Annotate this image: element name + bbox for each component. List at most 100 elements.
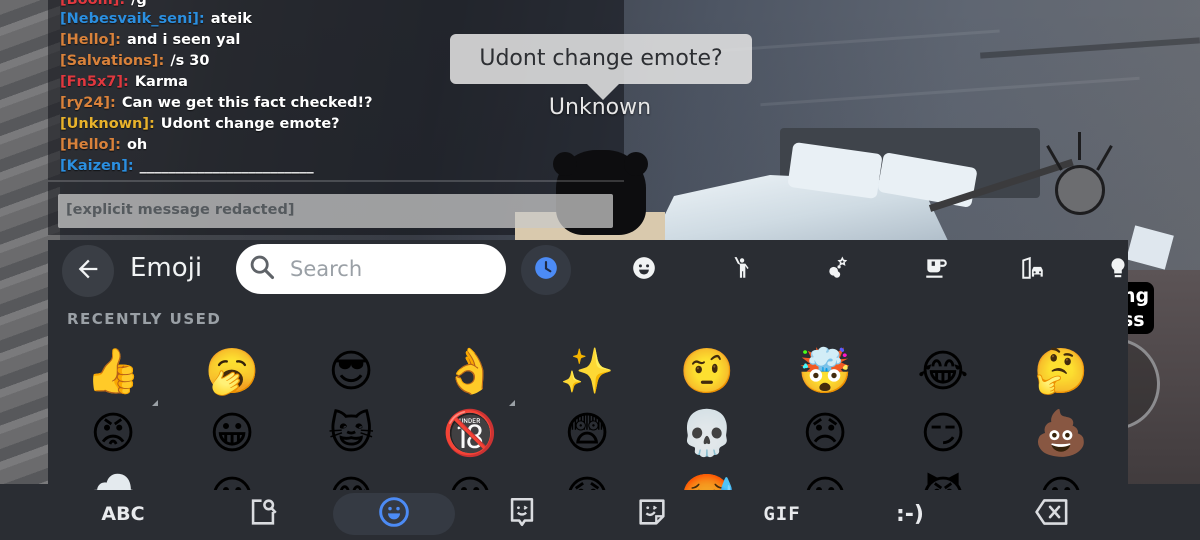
emoji-key[interactable]: 🥵: [672, 466, 742, 491]
emoji-key[interactable]: 😏: [908, 404, 978, 464]
emoji-key[interactable]: 😅: [316, 466, 386, 491]
party-popper-icon: [825, 255, 851, 285]
emoji-search-box[interactable]: [236, 244, 506, 294]
emoji-key[interactable]: 👍: [78, 342, 158, 406]
category-tab-people[interactable]: [716, 245, 766, 295]
emoji-search-page-button[interactable]: [228, 493, 298, 535]
scene-mace-spike: [1078, 132, 1081, 160]
coffee-cup-icon: [923, 255, 949, 285]
emoji-glyph: 💩: [1033, 408, 1089, 459]
chat-username[interactable]: [Boom]:: [60, 0, 125, 8]
chat-username[interactable]: [ry24]:: [60, 95, 116, 111]
chat-username[interactable]: [Nebesvaik_seni]:: [60, 11, 205, 27]
emoji-key[interactable]: 💩: [1026, 404, 1096, 464]
arrow-left-icon: [74, 255, 102, 287]
emoji-key[interactable]: 😂: [908, 342, 978, 402]
emoji-key[interactable]: 👌: [435, 342, 515, 406]
emoji-glyph: 🤯: [797, 346, 853, 397]
player-nametag: Unknown: [548, 95, 652, 120]
chat-message-text: /g: [131, 0, 147, 8]
scene-tile: [1126, 225, 1174, 270]
bitmoji-button[interactable]: [487, 493, 557, 535]
emoji-glyph: 😀: [209, 476, 255, 491]
sticker-button[interactable]: [617, 493, 687, 535]
person-waving-icon: [728, 255, 754, 285]
chat-message: [Unknown]: Udont change emote?: [60, 116, 340, 132]
emoji-glyph: 😀: [1038, 476, 1084, 491]
chat-username[interactable]: [Hello]:: [60, 137, 121, 153]
emoji-key[interactable]: 😀: [1026, 466, 1096, 491]
emoji-key[interactable]: 😎: [316, 342, 386, 402]
emoji-glyph: 😞: [802, 408, 848, 459]
chat-username[interactable]: [Kaizen]:: [60, 158, 134, 174]
category-tab-smileys[interactable]: [619, 245, 669, 295]
emoji-key[interactable]: 🔞: [435, 404, 505, 464]
smiley-icon: [631, 255, 657, 285]
category-tab-objects[interactable]: [1105, 245, 1128, 295]
emoji-key[interactable]: 💀: [672, 404, 742, 464]
clock-icon: [533, 255, 559, 285]
chat-username[interactable]: [Salvations]:: [60, 53, 164, 69]
sticker-icon: [635, 495, 669, 533]
chat-divider: [48, 180, 624, 182]
emoji-key[interactable]: 😺: [316, 404, 386, 464]
emoji-key[interactable]: 😰: [552, 466, 622, 491]
emoji-glyph: 😀: [802, 476, 848, 491]
emoticons-button[interactable]: :-): [875, 493, 945, 535]
category-tab-recent[interactable]: [521, 245, 571, 295]
chat-message-text: ________________________: [139, 158, 314, 174]
section-label-recently-used: RECENTLY USED: [67, 310, 222, 328]
emoji-search-input[interactable]: [290, 257, 490, 281]
emoji-glyph: 😡: [90, 408, 136, 459]
scene-mace-head: [1055, 165, 1105, 215]
emoji-key[interactable]: 😨: [552, 404, 622, 464]
skin-tone-variant-indicator: [152, 400, 158, 406]
chat-message-text: ateik: [210, 11, 252, 27]
emoji-glyph: 😺: [328, 408, 374, 459]
chat-message: [Hello]: oh: [60, 137, 147, 153]
emoji-key[interactable]: 🤨: [672, 342, 742, 402]
chat-input[interactable]: [explicit message redacted]: [58, 194, 613, 228]
emoji-glyph: 😀: [447, 476, 493, 491]
backspace-button[interactable]: [1017, 493, 1087, 535]
emoji-glyph: 🌨️: [86, 476, 141, 491]
abc-keyboard-button[interactable]: ABC: [88, 493, 158, 535]
chat-message: [Fn5x7]: Karma: [60, 74, 188, 90]
emoji-key[interactable]: 😀: [197, 466, 267, 491]
emoji-glyph: 😅: [328, 476, 374, 491]
emoji-key[interactable]: 😀: [790, 466, 860, 491]
chat-message-text: Udont change emote?: [160, 116, 340, 132]
emoji-key[interactable]: 🥱: [197, 342, 267, 402]
emoji-key[interactable]: 😀: [435, 466, 505, 491]
back-button[interactable]: [62, 245, 114, 297]
chat-message-text: and i seen yal: [126, 32, 241, 48]
chat-window[interactable]: [Boom]: /g [Nebesvaik_seni]: ateik [Hello]: a…: [48, 0, 624, 180]
gif-button[interactable]: GIF: [747, 493, 817, 535]
emoji-key[interactable]: 😈: [908, 466, 978, 491]
emoji-key[interactable]: 🤯: [790, 342, 860, 402]
category-tab-activities[interactable]: [813, 245, 863, 295]
category-tab-travel[interactable]: [1008, 245, 1058, 295]
emoji-key[interactable]: 🌨️: [78, 466, 148, 491]
emoji-glyph: 😈: [920, 476, 966, 491]
chat-message: [Nebesvaik_seni]: ateik: [60, 11, 252, 27]
emoji-glyph: 🥵: [680, 476, 735, 491]
emoji-glyph: 🥱: [204, 346, 260, 397]
emoji-key[interactable]: 🤔: [1026, 342, 1096, 402]
scene-mace-spike: [1096, 145, 1113, 171]
bitmoji-icon: [505, 495, 539, 533]
emoji-glyph: 💀: [679, 408, 735, 459]
emoji-glyph: 😨: [564, 408, 610, 459]
emoji-tab-button[interactable]: [333, 493, 455, 535]
emoji-key[interactable]: 😡: [78, 404, 148, 464]
chat-username[interactable]: [Fn5x7]:: [60, 74, 129, 90]
emoji-key[interactable]: 😀: [197, 404, 267, 464]
chat-message-text: /s 30: [170, 53, 210, 69]
chat-username[interactable]: [Unknown]:: [60, 116, 155, 132]
category-tab-food[interactable]: [911, 245, 961, 295]
chat-username[interactable]: [Hello]:: [60, 32, 121, 48]
emoji-key[interactable]: ✨: [552, 342, 622, 402]
abc-label: ABC: [101, 503, 145, 525]
emoji-key[interactable]: 😞: [790, 404, 860, 464]
panel-title: Emoji: [130, 253, 203, 283]
